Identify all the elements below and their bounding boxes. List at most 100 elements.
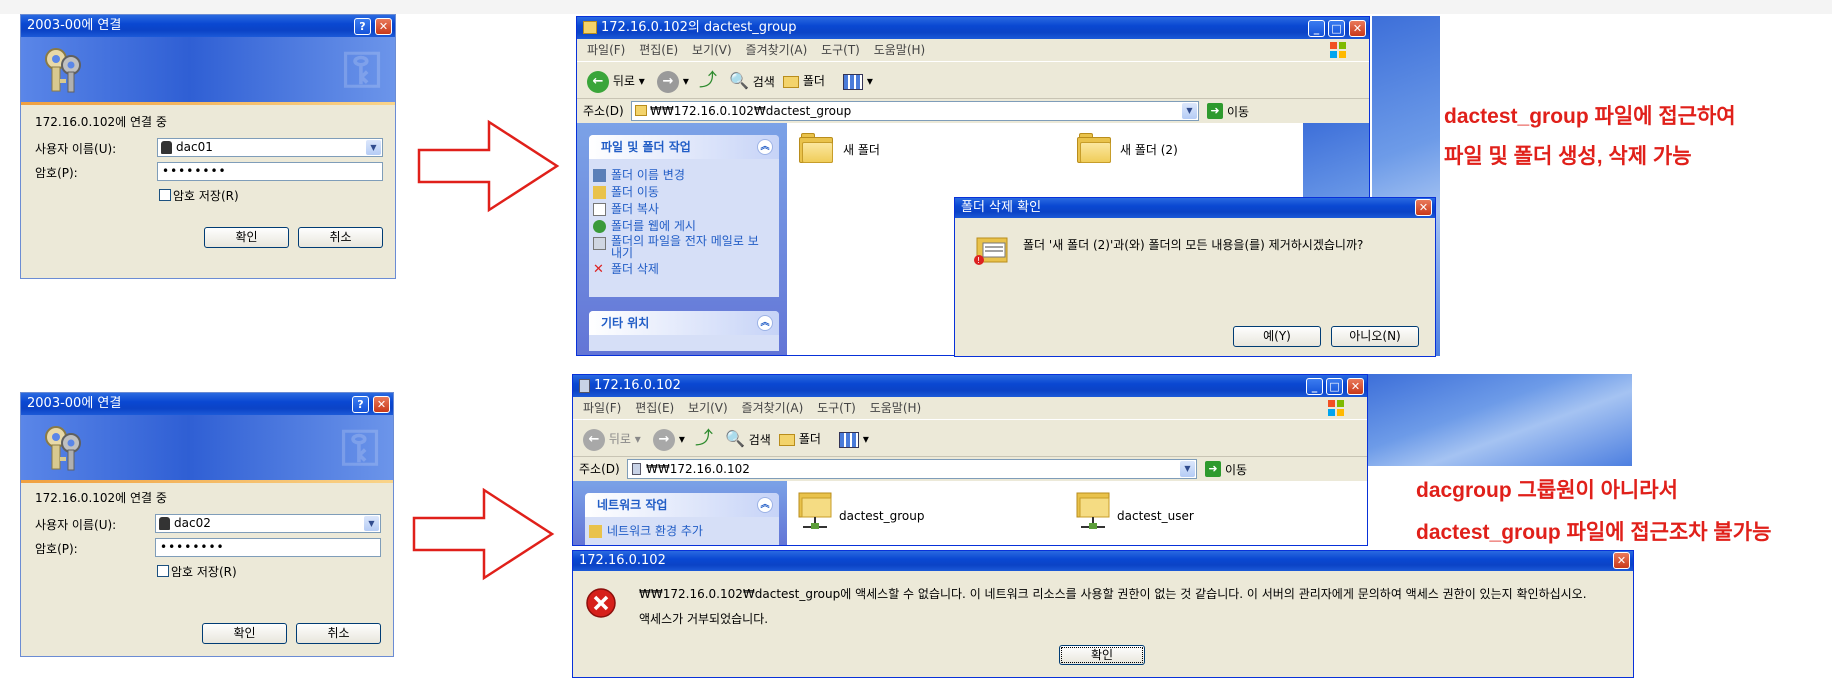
folder-icon[interactable] [1077, 133, 1111, 163]
arrow-right-icon [417, 119, 560, 213]
folder-icon[interactable] [799, 133, 833, 163]
close-button[interactable]: ✕ [1347, 378, 1364, 395]
confirm-message: 폴더 '새 폴더 (2)'과(와) 폴더의 모든 내용을(를) 제거하시겠습니까… [1023, 238, 1364, 252]
chevron-down-icon[interactable]: ▼ [1180, 461, 1195, 477]
help-button[interactable]: ? [354, 18, 371, 35]
menu-file[interactable]: 파일(F) [583, 397, 621, 419]
back-button[interactable]: ← 뒤로 ▾ [587, 68, 645, 94]
task-copy-folder[interactable]: 폴더 복사 [589, 201, 779, 218]
minimize-button[interactable]: _ [1306, 378, 1323, 395]
views-button[interactable]: ▾ [839, 426, 869, 452]
task-add-network-place[interactable]: 네트워크 환경 추가 [585, 523, 779, 540]
chevron-down-icon[interactable]: ▼ [364, 516, 379, 531]
folder-label[interactable]: 새 폴더 [843, 141, 880, 158]
ok-button[interactable]: 확인 [1059, 645, 1145, 665]
chevron-down-icon[interactable]: ▼ [366, 140, 381, 155]
up-folder-icon[interactable]: ⤴ [695, 426, 713, 452]
menu-edit[interactable]: 편집(E) [639, 39, 678, 61]
back-button[interactable]: ← 뒤로 ▾ [583, 426, 641, 452]
task-move-folder[interactable]: 폴더 이동 [589, 184, 779, 201]
file-view: dactest_group dactest_user [787, 481, 1367, 545]
shared-folder-icon[interactable] [1075, 485, 1113, 531]
username-label: 사용자 이름(U): [35, 518, 117, 532]
task-email-files[interactable]: 폴더의 파일을 전자 메일로 보내기 [589, 235, 769, 261]
annotation-bottom-line1: dacgroup 그룹원이 아니라서 [1416, 479, 1678, 502]
minimize-button[interactable]: _ [1308, 20, 1325, 37]
collapse-icon[interactable]: ︽ [757, 315, 773, 331]
ok-button[interactable]: 확인 [204, 227, 289, 248]
error-dialog-titlebar: 172.16.0.102 [573, 551, 1633, 571]
menu-tools[interactable]: 도구(T) [821, 39, 860, 61]
back-label: 뒤로 [612, 74, 635, 88]
menu-file[interactable]: 파일(F) [587, 39, 625, 61]
menu-help[interactable]: 도움말(H) [874, 39, 926, 61]
forward-arrow-icon: → [653, 428, 675, 451]
maximize-button[interactable]: □ [1328, 20, 1345, 37]
svg-text:!: ! [977, 256, 980, 265]
close-button[interactable]: ✕ [1415, 199, 1432, 216]
menu-help[interactable]: 도움말(H) [870, 397, 922, 419]
address-field[interactable]: ₩₩172.16.0.102₩dactest_group ▼ [631, 101, 1199, 121]
chevron-down-icon[interactable]: ▼ [1182, 103, 1197, 119]
cancel-button[interactable]: 취소 [298, 227, 383, 248]
menu-favorites[interactable]: 즐겨찾기(A) [742, 397, 804, 419]
share-label[interactable]: dactest_user [1117, 509, 1194, 523]
menu-edit[interactable]: 편집(E) [635, 397, 674, 419]
help-button[interactable]: ? [352, 396, 369, 413]
close-button[interactable]: ✕ [373, 396, 390, 413]
collapse-icon[interactable]: ︽ [757, 139, 773, 155]
go-arrow-icon: ➜ [1207, 103, 1223, 119]
folders-button[interactable]: 폴더 [779, 426, 821, 452]
forward-button[interactable]: → ▾ [657, 68, 689, 94]
back-label: 뒤로 [608, 432, 631, 446]
search-button[interactable]: 🔍 검색 [725, 426, 771, 452]
login-dialog-top: 2003-00에 연결 ? ✕ ⚿ 172.16.0.102에 연결 중 사용자… [20, 14, 396, 279]
views-icon [843, 73, 863, 90]
close-button[interactable]: ✕ [375, 18, 392, 35]
task-header-label: 파일 및 폴더 작업 [601, 140, 691, 154]
error-denied-text: 액세스가 거부되었습니다. [639, 612, 769, 626]
task-label: 폴더 이름 변경 [611, 168, 685, 182]
go-button[interactable]: ➜ 이동 [1207, 103, 1249, 121]
username-combo[interactable]: dac01 ▼ [157, 138, 383, 157]
login-dialog-bottom-title: 2003-00에 연결 [27, 396, 122, 411]
remember-checkbox[interactable] [157, 565, 169, 577]
task-label: 폴더 복사 [611, 202, 659, 216]
ok-button[interactable]: 확인 [202, 623, 287, 644]
error-dialog-title: 172.16.0.102 [579, 553, 666, 568]
collapse-icon[interactable]: ︽ [757, 497, 773, 513]
go-button[interactable]: ➜ 이동 [1205, 461, 1247, 479]
remember-checkbox[interactable] [159, 189, 171, 201]
close-button[interactable]: ✕ [1349, 20, 1366, 37]
menu-favorites[interactable]: 즐겨찾기(A) [746, 39, 808, 61]
no-button[interactable]: 아니오(N) [1331, 326, 1419, 347]
yes-button[interactable]: 예(Y) [1233, 326, 1321, 347]
folder-label[interactable]: 새 폴더 (2) [1120, 141, 1178, 158]
shared-folder-icon[interactable] [797, 485, 835, 531]
confirm-dialog-title: 폴더 삭제 확인 [961, 200, 1042, 215]
cancel-button[interactable]: 취소 [296, 623, 381, 644]
task-delete-folder[interactable]: ✕ 폴더 삭제 [589, 261, 779, 278]
error-message: ₩₩172.16.0.102₩dactest_group에 액세스할 수 없습니… [639, 587, 1587, 601]
share-label[interactable]: dactest_group [839, 509, 924, 523]
search-button[interactable]: 🔍 검색 [729, 68, 775, 94]
menu-view[interactable]: 보기(V) [692, 39, 732, 61]
up-folder-icon[interactable]: ⤴ [699, 68, 717, 94]
address-field[interactable]: ₩₩172.16.0.102 ▼ [627, 459, 1197, 479]
password-field[interactable]: •••••••• [155, 538, 381, 557]
password-field[interactable]: •••••••• [157, 162, 383, 181]
folders-button[interactable]: 폴더 [783, 68, 825, 94]
maximize-button[interactable]: □ [1326, 378, 1343, 395]
explorer-window-bottom: 172.16.0.102 _ □ ✕ 파일(F) 편집(E) 보기(V) 즐겨찾… [572, 374, 1368, 546]
forward-button[interactable]: → ▾ [653, 426, 685, 452]
menu-tools[interactable]: 도구(T) [817, 397, 856, 419]
task-header-label: 기타 위치 [601, 316, 650, 330]
username-combo[interactable]: dac02 ▼ [155, 514, 381, 533]
back-arrow-icon: ← [587, 70, 609, 93]
task-rename-folder[interactable]: 폴더 이름 변경 [589, 167, 779, 184]
views-button[interactable]: ▾ [843, 68, 873, 94]
close-button[interactable]: ✕ [1613, 552, 1630, 569]
menu-view[interactable]: 보기(V) [688, 397, 728, 419]
remember-label: 암호 저장(R) [171, 565, 237, 579]
task-publish-web[interactable]: 폴더를 웹에 게시 [589, 218, 779, 235]
